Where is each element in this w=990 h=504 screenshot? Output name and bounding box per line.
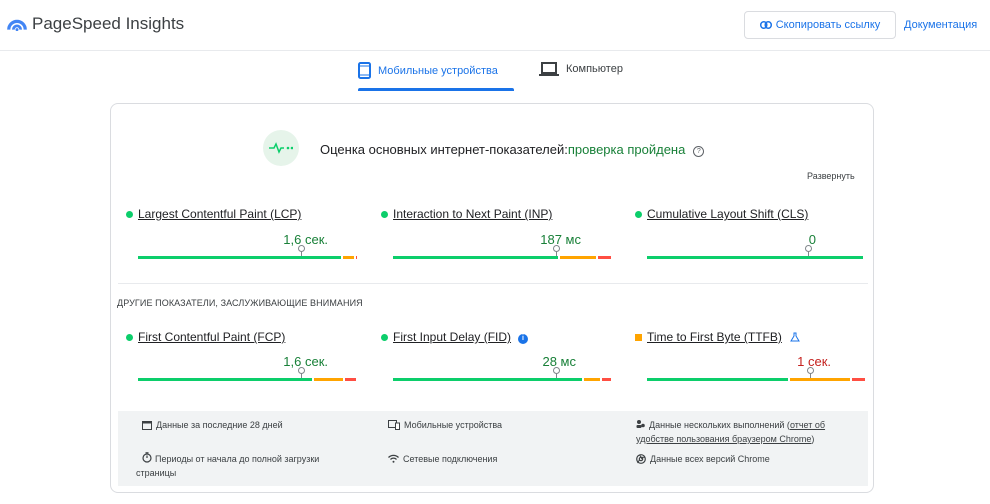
lcp-value: 1,6 сек. <box>283 232 328 247</box>
dist-needs-improvement <box>342 256 354 259</box>
assessment-status: проверка пройдена <box>567 142 686 157</box>
ttfb-value: 1 сек. <box>797 354 831 369</box>
dist-needs-improvement <box>314 378 343 381</box>
ttfb-distribution-bar <box>647 378 867 381</box>
summary-period: Данные за последние 28 дней <box>142 418 342 432</box>
summary-device: Мобильные устройства <box>388 418 588 432</box>
summary-network: Сетевые подключения <box>388 452 588 466</box>
stopwatch-icon <box>142 452 152 463</box>
tab-desktop[interactable]: Компьютер <box>539 62 623 76</box>
other-metrics-title: ДРУГИЕ ПОКАЗАТЕЛИ, ЗАСЛУЖИВАЮЩИЕ ВНИМАНИ… <box>117 298 363 308</box>
percentile-marker-line <box>555 251 557 256</box>
experimental-flask-icon <box>790 332 800 342</box>
assessment-prefix: Оценка основных интернет-показателей: <box>320 142 568 157</box>
wifi-icon <box>388 454 399 463</box>
lcp-metric-link[interactable]: Largest Contentful Paint (LCP) <box>138 207 301 221</box>
dist-good <box>647 378 788 381</box>
fcp-metric-link[interactable]: First Contentful Paint (FCP) <box>138 330 285 344</box>
fcp-status-dot <box>126 334 133 341</box>
documentation-link[interactable]: Документация <box>904 19 977 31</box>
smartphone-icon <box>358 62 371 79</box>
summary-period-text: Данные за последние 28 дней <box>156 420 283 430</box>
inp-distribution-bar <box>393 256 613 259</box>
help-icon[interactable]: ? <box>693 146 705 157</box>
summary-sessions: Данные нескольких выполнений (отчет об у… <box>636 418 861 446</box>
pagespeed-logo-icon <box>7 19 27 32</box>
active-tab-indicator <box>358 88 514 91</box>
calendar-icon <box>142 421 152 430</box>
tab-mobile-label: Мобильные устройства <box>378 64 498 77</box>
copy-link-button[interactable]: Скопировать ссылку <box>744 11 896 39</box>
dist-good <box>393 378 583 381</box>
expand-button[interactable]: Развернуть <box>807 171 855 181</box>
inp-metric-link[interactable]: Interaction to Next Paint (INP) <box>393 207 552 221</box>
summary-sessions-suffix: ) <box>811 434 815 444</box>
fid-value: 28 мс <box>542 354 576 369</box>
summary-device-text: Мобильные устройства <box>404 420 503 430</box>
summary-durations-text: Периоды от начала до полной загрузки стр… <box>136 454 320 478</box>
assessment-title: Оценка основных интернет-показателей:про… <box>320 142 705 157</box>
brand-title: PageSpeed Insights <box>32 14 185 33</box>
dist-good <box>138 378 312 381</box>
cls-metric-link[interactable]: Cumulative Layout Shift (CLS) <box>647 207 808 221</box>
fid-metric-link[interactable]: First Input Delay (FID) i <box>393 330 529 344</box>
percentile-marker-line <box>809 373 811 378</box>
pulse-icon <box>263 130 299 166</box>
ttfb-metric-label[interactable]: Time to First Byte (TTFB) <box>647 330 782 344</box>
group-icon <box>636 420 645 428</box>
inp-status-dot <box>381 211 388 218</box>
dist-poor <box>597 256 611 259</box>
copy-link-label: Скопировать ссылку <box>775 19 881 31</box>
percentile-marker-line <box>555 373 557 378</box>
percentile-marker-line <box>808 251 810 256</box>
fcp-distribution-bar <box>138 378 358 381</box>
dist-good <box>647 256 863 259</box>
header: PageSpeed Insights Скопировать ссылку До… <box>0 0 990 51</box>
summary-durations: Периоды от начала до полной загрузки стр… <box>136 452 361 480</box>
ttfb-metric-link[interactable]: Time to First Byte (TTFB) <box>647 330 800 344</box>
cls-distribution-bar <box>647 256 865 259</box>
dist-poor <box>851 378 865 381</box>
summary-chrome: Данные всех версий Chrome <box>636 452 856 466</box>
ttfb-status-square <box>635 334 642 341</box>
fcp-value: 1,6 сек. <box>283 354 328 369</box>
dist-needs-improvement <box>560 256 596 259</box>
dist-needs-improvement <box>584 378 600 381</box>
laptop-icon <box>539 62 559 76</box>
dist-poor <box>601 378 611 381</box>
percentile-marker-line <box>300 373 302 378</box>
summary-network-text: Сетевые подключения <box>403 454 498 464</box>
chrome-icon <box>636 454 646 464</box>
link-icon <box>759 21 772 29</box>
lcp-status-dot <box>126 211 133 218</box>
section-divider <box>118 283 868 284</box>
cls-value: 0 <box>808 232 816 247</box>
tab-desktop-label: Компьютер <box>566 63 623 75</box>
dist-poor <box>344 378 356 381</box>
cls-status-dot <box>635 211 642 218</box>
fid-status-dot <box>381 334 388 341</box>
summary-chrome-text: Данные всех версий Chrome <box>650 454 770 464</box>
inp-value: 187 мс <box>540 232 581 247</box>
summary-sessions-prefix: Данные нескольких выполнений ( <box>649 420 790 430</box>
devices-icon <box>388 420 400 430</box>
dist-good <box>393 256 559 259</box>
info-icon[interactable]: i <box>518 334 529 344</box>
percentile-marker-line <box>300 251 302 256</box>
fid-distribution-bar <box>393 378 613 381</box>
dist-needs-improvement <box>790 378 850 381</box>
device-tabs: Мобильные устройства Компьютер <box>0 58 990 94</box>
fid-metric-label[interactable]: First Input Delay (FID) <box>393 330 511 344</box>
dist-good <box>138 256 341 259</box>
tab-mobile[interactable]: Мобильные устройства <box>358 62 498 79</box>
lcp-distribution-bar <box>138 256 358 259</box>
